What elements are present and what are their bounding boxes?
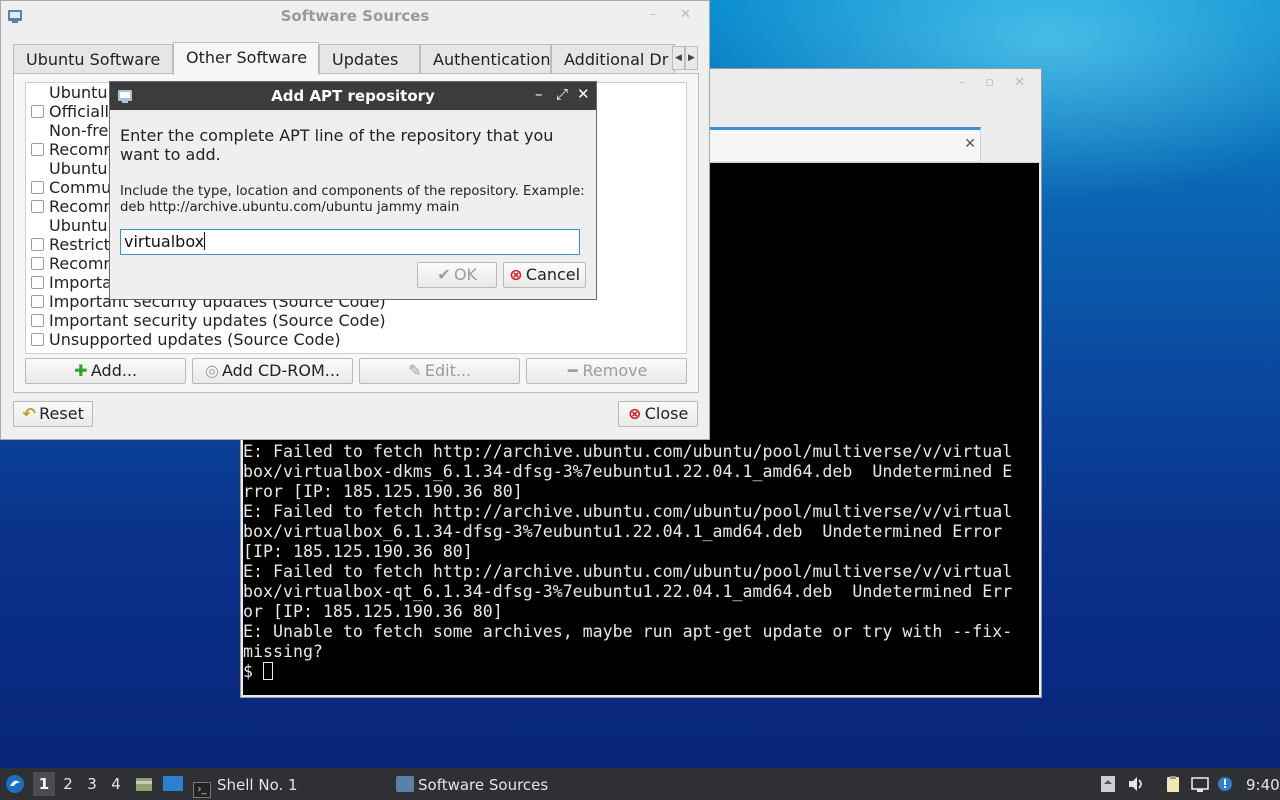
repo-checkbox[interactable] — [31, 105, 44, 118]
volume-icon[interactable] — [1127, 775, 1145, 793]
apt-line-input[interactable]: virtualbox — [120, 229, 580, 255]
terminal-line: E: Failed to fetch http://archive.ubuntu… — [243, 502, 1013, 521]
task-software-sources[interactable]: Software Sources — [396, 776, 548, 794]
tab-ubuntu-software[interactable]: Ubuntu Software — [13, 44, 173, 74]
software-sources-titlebar[interactable]: Software Sources – ✕ — [1, 1, 709, 31]
repo-checkbox[interactable] — [31, 295, 44, 308]
text-cursor — [204, 232, 206, 250]
repo-checkbox[interactable] — [31, 257, 44, 270]
undo-icon: ↶ — [22, 404, 36, 423]
tab-authentication[interactable]: Authentication — [420, 44, 551, 74]
terminal-icon: ›_ — [193, 782, 211, 798]
repo-label: Officiall — [49, 102, 109, 121]
workspace-3[interactable]: 3 — [81, 772, 103, 796]
task-shell[interactable]: ›_ Shell No. 1 — [193, 776, 298, 798]
repo-checkbox[interactable] — [31, 181, 44, 194]
terminal-line: box/virtualbox-dkms_6.1.34-dfsg-3%7eubun… — [243, 462, 1013, 481]
reset-button[interactable]: ↶ Reset — [13, 401, 93, 427]
repo-row[interactable]: Important security updates (Source Code) — [26, 311, 686, 330]
notification-icon[interactable] — [1216, 775, 1234, 793]
repo-label: Restrict — [49, 235, 110, 254]
tab-additional-drivers[interactable]: Additional Dr — [551, 44, 675, 74]
repo-label: Commu — [49, 178, 112, 197]
repo-checkbox[interactable] — [31, 333, 44, 346]
show-desktop-icon[interactable] — [162, 774, 184, 794]
terminal-line: $ — [243, 662, 273, 682]
clock[interactable]: 9:40 — [1246, 776, 1280, 794]
repo-label: Ubuntu — [49, 159, 108, 178]
update-notifier-icon[interactable] — [1099, 775, 1117, 793]
workspace-2[interactable]: 2 — [57, 772, 79, 796]
checkmark-icon: ✔ — [437, 265, 451, 284]
repo-checkbox[interactable] — [31, 143, 44, 156]
network-icon[interactable] — [1191, 775, 1209, 793]
terminal-line: E: Failed to fetch http://archive.ubuntu… — [243, 442, 1013, 461]
terminal-tab[interactable]: ✕ — [709, 127, 981, 161]
terminal-line: box/virtualbox_6.1.34-dfsg-3%7eubuntu1.2… — [243, 522, 1003, 541]
add-cdrom-button[interactable]: ◎ Add CD-ROM... — [192, 358, 353, 384]
taskbar: 1 2 3 4 ›_ Shell No. 1 Software Sources 9… — [0, 768, 1280, 800]
tab-scroll-right-icon[interactable]: ▶ — [685, 46, 698, 70]
terminal-line: box/virtualbox-qt_6.1.34-dfsg-3%7eubuntu… — [243, 582, 1013, 601]
cdrom-icon: ◎ — [204, 361, 219, 380]
terminal-line: missing? — [243, 642, 323, 661]
terminal-cursor — [262, 662, 273, 680]
tab-other-software[interactable]: Other Software — [173, 42, 319, 75]
clipboard-icon[interactable] — [1164, 775, 1182, 793]
repo-label: Ubuntu — [49, 216, 108, 235]
repo-label: Importa — [49, 273, 112, 292]
repo-checkbox[interactable] — [31, 200, 44, 213]
tab-scroll-left-icon[interactable]: ◀ — [672, 46, 685, 70]
close-icon[interactable]: ✕ — [577, 85, 590, 103]
dialog-title: Add APT repository — [271, 87, 435, 105]
terminal-window-controls[interactable]: – ▫ ✕ — [959, 75, 1033, 90]
repo-label: Non-fre — [49, 121, 109, 140]
start-menu-icon[interactable] — [5, 774, 25, 794]
repo-label: Important security updates (Source Code) — [49, 311, 386, 330]
maximize-icon[interactable]: ⤢ — [556, 85, 568, 103]
dialog-titlebar[interactable]: Add APT repository – ⤢ ✕ — [110, 82, 596, 110]
remove-button[interactable]: ━ Remove — [526, 358, 687, 384]
cancel-icon: ⊗ — [509, 265, 523, 284]
close-icon: ⊗ — [628, 404, 642, 423]
repo-label: Ubuntu — [49, 83, 108, 102]
close-button[interactable]: ⊗ Close — [618, 401, 698, 427]
repo-row[interactable]: Unsupported updates (Source Code) — [26, 330, 686, 349]
repo-label: Unsupported updates (Source Code) — [49, 330, 341, 349]
edit-button[interactable]: ✎ Edit... — [359, 358, 520, 384]
workspace-1[interactable]: 1 — [33, 772, 55, 796]
tab-updates[interactable]: Updates — [319, 44, 420, 74]
minus-icon: ━ — [567, 361, 578, 380]
terminal-line: [IP: 185.125.190.36 80] — [243, 542, 473, 561]
add-apt-repository-dialog: Add APT repository – ⤢ ✕ Enter the compl… — [109, 81, 597, 300]
cancel-button[interactable]: ⊗ Cancel — [503, 262, 586, 288]
plus-icon: ✚ — [74, 361, 88, 380]
tab-bar: Ubuntu Software Other Software Updates A… — [13, 42, 699, 75]
close-tab-icon[interactable]: ✕ — [964, 136, 976, 152]
repo-checkbox[interactable] — [31, 314, 44, 327]
ok-button[interactable]: ✔ OK — [417, 262, 497, 288]
dialog-message: Enter the complete APT line of the repos… — [120, 126, 554, 164]
software-sources-task-icon — [396, 776, 414, 792]
window-controls[interactable]: – ✕ — [649, 7, 701, 22]
minimize-icon[interactable]: – — [535, 85, 543, 103]
terminal-line: E: Failed to fetch http://archive.ubuntu… — [243, 562, 1013, 581]
workspace-4[interactable]: 4 — [105, 772, 127, 796]
file-manager-icon[interactable] — [134, 774, 154, 794]
repo-checkbox[interactable] — [31, 238, 44, 251]
dialog-hint: Include the type, location and component… — [120, 184, 585, 215]
terminal-line: rror [IP: 185.125.190.36 80] — [243, 482, 523, 501]
repo-checkbox[interactable] — [31, 276, 44, 289]
terminal-line: or [IP: 185.125.190.36 80] — [243, 602, 503, 621]
terminal-line: E: Unable to fetch some archives, maybe … — [243, 622, 1013, 641]
add-button[interactable]: ✚ Add... — [25, 358, 186, 384]
window-title: Software Sources — [280, 7, 430, 25]
pencil-icon: ✎ — [408, 361, 422, 380]
